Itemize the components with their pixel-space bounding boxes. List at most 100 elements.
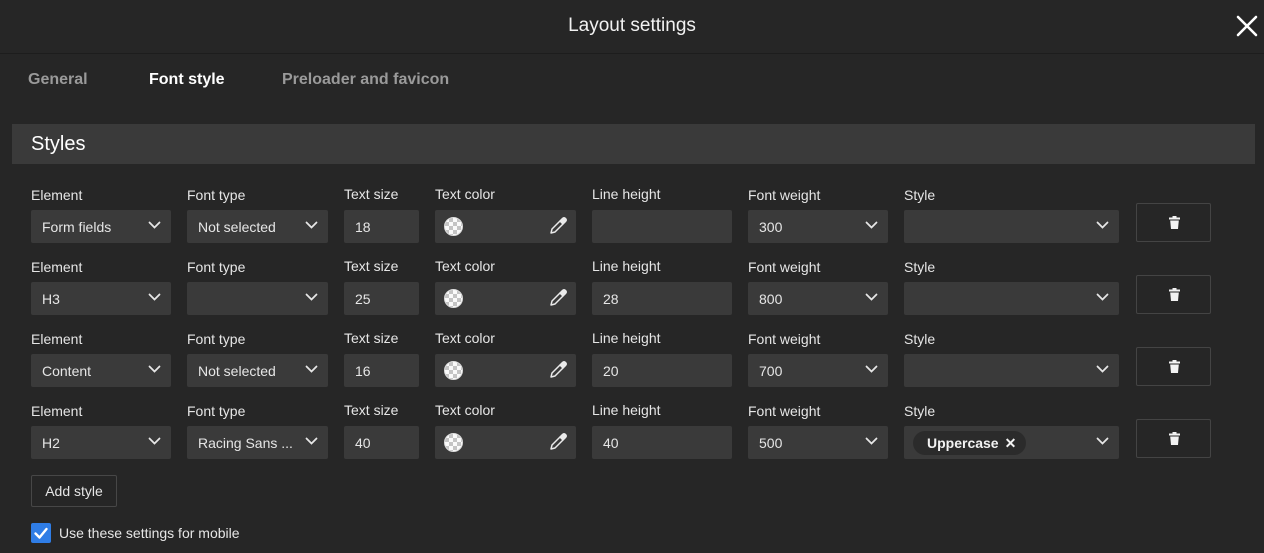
eyedropper-icon[interactable] [548, 216, 568, 236]
element-value: H3 [42, 291, 60, 307]
line-height-label: Line height [592, 402, 661, 418]
trash-icon [1169, 432, 1180, 445]
line-height-label: Line height [592, 330, 661, 346]
color-swatch[interactable] [444, 433, 463, 452]
element-select[interactable]: Content [31, 354, 171, 387]
tab-preloader-and-favicon[interactable]: Preloader and favicon [282, 71, 449, 89]
element-select[interactable]: Form fields [31, 210, 171, 243]
text-size-input[interactable]: 18 [344, 210, 419, 243]
text-size-value: 18 [355, 219, 371, 235]
eyedropper-icon[interactable] [548, 432, 568, 452]
close-icon[interactable] [1234, 13, 1260, 39]
chevron-down-icon [865, 293, 878, 301]
element-value: Content [42, 363, 92, 379]
text-size-value: 40 [355, 435, 371, 451]
style-row: Element H2 Font type Racing Sans ... Text si… [0, 401, 1264, 469]
chevron-down-icon [1096, 293, 1109, 301]
line-height-input[interactable]: 20 [592, 354, 732, 387]
chevron-down-icon [305, 437, 318, 445]
tab-general[interactable]: General [28, 71, 88, 89]
remove-tag-icon[interactable]: ✕ [1005, 435, 1017, 451]
text-color-label: Text color [435, 402, 495, 418]
text-size-input[interactable]: 40 [344, 426, 419, 459]
font-type-value: Not selected [198, 219, 276, 235]
style-select[interactable] [904, 210, 1119, 243]
modal-header: Layout settings [0, 0, 1264, 54]
font-type-select[interactable]: Racing Sans ... [187, 426, 328, 459]
text-color-field[interactable] [435, 426, 576, 459]
text-color-label: Text color [435, 330, 495, 346]
font-type-select[interactable]: Not selected [187, 210, 328, 243]
style-select[interactable]: Uppercase ✕ [904, 426, 1119, 459]
delete-style-button[interactable] [1136, 419, 1211, 458]
element-select[interactable]: H2 [31, 426, 171, 459]
chevron-down-icon [148, 221, 161, 229]
line-height-value: 40 [603, 435, 619, 451]
style-select[interactable] [904, 354, 1119, 387]
style-select[interactable] [904, 282, 1119, 315]
chevron-down-icon [148, 365, 161, 373]
style-tag: Uppercase ✕ [913, 431, 1027, 455]
styles-section-header: Styles [12, 124, 1255, 164]
chevron-down-icon [865, 365, 878, 373]
text-size-label: Text size [344, 258, 399, 274]
font-weight-value: 500 [759, 435, 783, 451]
style-label: Style [904, 331, 936, 347]
delete-style-button[interactable] [1136, 347, 1211, 386]
text-size-value: 25 [355, 291, 371, 307]
color-swatch[interactable] [444, 217, 463, 236]
style-label: Style [904, 403, 936, 419]
font-type-select[interactable] [187, 282, 328, 315]
chevron-down-icon [305, 293, 318, 301]
font-type-label: Font type [187, 259, 246, 275]
style-label: Style [904, 187, 936, 203]
font-type-label: Font type [187, 403, 246, 419]
text-color-field[interactable] [435, 210, 576, 243]
line-height-value: 28 [603, 291, 619, 307]
font-weight-value: 300 [759, 219, 783, 235]
style-row: Element Content Font type Not selected Text … [0, 329, 1264, 397]
element-label: Element [31, 259, 83, 275]
font-type-value: Not selected [198, 363, 276, 379]
chevron-down-icon [1096, 221, 1109, 229]
eyedropper-icon[interactable] [548, 360, 568, 380]
text-size-label: Text size [344, 186, 399, 202]
chevron-down-icon [148, 293, 161, 301]
text-color-field[interactable] [435, 282, 576, 315]
font-type-select[interactable]: Not selected [187, 354, 328, 387]
delete-style-button[interactable] [1136, 203, 1211, 242]
checkmark-icon [34, 527, 48, 539]
text-color-field[interactable] [435, 354, 576, 387]
line-height-input[interactable]: 40 [592, 426, 732, 459]
font-weight-select[interactable]: 700 [748, 354, 888, 387]
text-size-input[interactable]: 16 [344, 354, 419, 387]
mobile-settings-checkbox[interactable] [31, 523, 51, 543]
style-row: Element H3 Font type Text size 25 Text color L… [0, 257, 1264, 325]
color-swatch[interactable] [444, 289, 463, 308]
text-size-label: Text size [344, 330, 399, 346]
font-weight-select[interactable]: 800 [748, 282, 888, 315]
element-value: H2 [42, 435, 60, 451]
font-weight-label: Font weight [748, 403, 821, 419]
trash-icon [1169, 288, 1180, 301]
element-value: Form fields [42, 219, 112, 235]
delete-style-button[interactable] [1136, 275, 1211, 314]
element-label: Element [31, 403, 83, 419]
line-height-input[interactable] [592, 210, 732, 243]
trash-icon [1169, 216, 1180, 229]
eyedropper-icon[interactable] [548, 288, 568, 308]
add-style-button[interactable]: Add style [31, 475, 117, 507]
text-size-label: Text size [344, 402, 399, 418]
element-select[interactable]: H3 [31, 282, 171, 315]
line-height-input[interactable]: 28 [592, 282, 732, 315]
font-weight-select[interactable]: 500 [748, 426, 888, 459]
tab-bar: General Font style Preloader and favicon [0, 54, 1264, 110]
tab-font-style[interactable]: Font style [149, 71, 225, 89]
color-swatch[interactable] [444, 361, 463, 380]
style-label: Style [904, 259, 936, 275]
font-type-value: Racing Sans ... [198, 435, 293, 451]
element-label: Element [31, 331, 83, 347]
font-weight-select[interactable]: 300 [748, 210, 888, 243]
text-size-input[interactable]: 25 [344, 282, 419, 315]
font-weight-label: Font weight [748, 259, 821, 275]
